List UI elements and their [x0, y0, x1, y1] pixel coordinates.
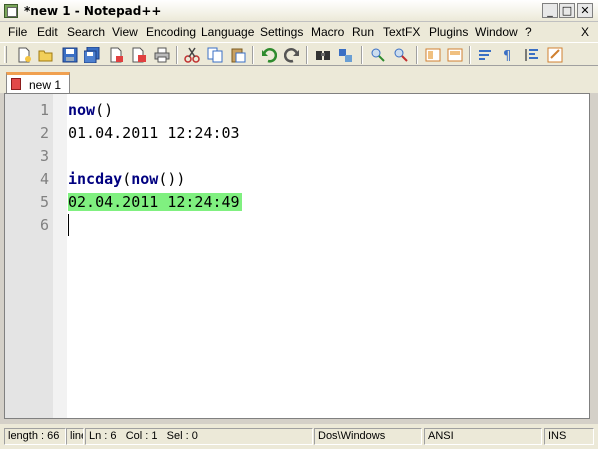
open-file-icon[interactable] [38, 47, 54, 63]
menu-language[interactable]: Language [201, 25, 254, 39]
menu-edit[interactable]: Edit [37, 25, 58, 39]
menu-search[interactable]: Search [67, 25, 105, 39]
line-number: 6 [39, 216, 49, 234]
toolbar-separator [252, 46, 254, 64]
toolbar-grip[interactable] [4, 46, 7, 63]
save-icon[interactable] [62, 47, 78, 63]
fold-margin[interactable] [53, 94, 67, 418]
menu-plugins[interactable]: Plugins [429, 25, 468, 39]
minimize-button[interactable]: _ [542, 3, 558, 18]
toolbar-separator [416, 46, 418, 64]
code-line-1: now() [68, 101, 113, 119]
menu-view[interactable]: View [112, 25, 138, 39]
undo-icon[interactable] [261, 47, 277, 63]
menu-file[interactable]: File [8, 25, 27, 39]
status-length: length : 66 [4, 428, 66, 445]
tab-new-1[interactable]: new 1 [6, 72, 70, 93]
notepadpp-app-icon[interactable] [4, 4, 18, 18]
menu-run[interactable]: Run [352, 25, 374, 39]
status-bar: length : 66 line Ln : 6 Col : 1 Sel : 0 … [0, 424, 598, 449]
show-all-chars-icon[interactable]: ¶ [500, 47, 516, 63]
print-icon[interactable] [154, 47, 170, 63]
svg-text:¶: ¶ [503, 49, 511, 63]
keyword: now [131, 170, 159, 188]
toolbar-separator [361, 46, 363, 64]
menu-window[interactable]: Window [475, 25, 518, 39]
code-line-4: incday(now()) [68, 170, 185, 188]
status-col: Col : 1 [125, 430, 158, 442]
tab-label: new 1 [29, 78, 62, 92]
code-text: ()) [158, 170, 186, 188]
menu-encoding[interactable]: Encoding [146, 25, 196, 39]
zoom-in-icon[interactable] [370, 47, 386, 63]
status-eol-format: Dos\Windows [314, 428, 422, 445]
close-icon[interactable] [108, 47, 124, 63]
close-document-button[interactable]: X [581, 25, 589, 39]
sync-horizontal-icon[interactable] [447, 47, 463, 63]
toolbar: ¶ [0, 42, 598, 66]
tab-bar: new 1 [0, 66, 598, 93]
toolbar-separator [306, 46, 308, 64]
word-wrap-icon[interactable] [478, 47, 494, 63]
save-all-icon[interactable] [84, 47, 100, 63]
highlighted-text: 02.04.2011 12:24:49 [68, 193, 242, 211]
user-define-icon[interactable] [547, 47, 563, 63]
code-text: ( [122, 170, 132, 188]
menu-textfx[interactable]: TextFX [383, 25, 420, 39]
code-line-2: 01.04.2011 12:24:03 [68, 124, 240, 142]
find-icon[interactable] [315, 47, 331, 63]
menu-macro[interactable]: Macro [311, 25, 344, 39]
unsaved-document-icon [11, 78, 21, 90]
status-ln: Ln : 6 [89, 430, 117, 442]
line-number: 2 [39, 124, 49, 142]
status-insert-mode: INS [544, 428, 594, 445]
redo-icon[interactable] [284, 47, 300, 63]
close-all-icon[interactable] [131, 47, 147, 63]
indent-guide-icon[interactable] [524, 47, 540, 63]
replace-icon[interactable] [338, 47, 354, 63]
code-line-5: 02.04.2011 12:24:49 [68, 193, 242, 211]
status-encoding: ANSI [424, 428, 542, 445]
line-number: 4 [39, 170, 49, 188]
line-number: 3 [39, 147, 49, 165]
cut-icon[interactable] [184, 47, 200, 63]
sync-vertical-icon[interactable] [425, 47, 441, 63]
status-position: Ln : 6 Col : 1 Sel : 0 [85, 428, 313, 445]
copy-icon[interactable] [207, 47, 223, 63]
close-window-button[interactable]: ✕ [577, 3, 593, 18]
new-file-icon[interactable] [16, 47, 32, 63]
title-bar[interactable]: *new 1 - Notepad++ _ □ ✕ [0, 0, 598, 22]
maximize-button[interactable]: □ [559, 3, 575, 18]
keyword: incday [68, 170, 123, 188]
status-lines: line [66, 428, 84, 445]
code-text: () [95, 101, 114, 119]
paste-icon[interactable] [230, 47, 246, 63]
line-number: 1 [39, 101, 49, 119]
line-number: 5 [39, 193, 49, 211]
window-title: *new 1 - Notepad++ [24, 4, 162, 18]
toolbar-separator [469, 46, 471, 64]
menu-bar: File Edit Search View Encoding Language … [0, 22, 598, 42]
text-editor[interactable]: 1 2 3 4 5 6 now() 01.04.2011 12:24:03 in… [4, 93, 590, 419]
menu-help[interactable]: ? [525, 25, 532, 39]
text-caret [68, 214, 69, 236]
toolbar-separator [176, 46, 178, 64]
zoom-out-icon[interactable] [393, 47, 409, 63]
status-sel: Sel : 0 [166, 430, 198, 442]
menu-settings[interactable]: Settings [260, 25, 303, 39]
keyword: now [68, 101, 96, 119]
